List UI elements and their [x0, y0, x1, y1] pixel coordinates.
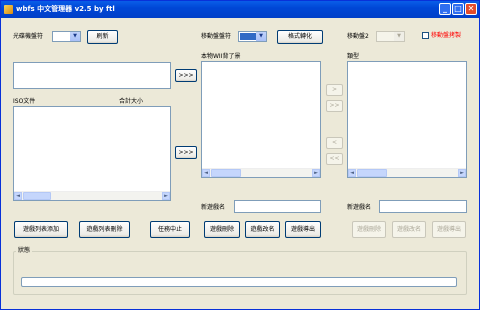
mid-export-game-button[interactable]: 遊戲導出: [285, 221, 321, 238]
window-title: wbfs 中文管理器 v2.5 by ftl: [16, 5, 115, 13]
mid-rename-game-button[interactable]: 遊戲改名: [245, 221, 280, 238]
transfer-upper-button[interactable]: >>>: [175, 69, 197, 82]
format-convert-button[interactable]: 格式轉化: [277, 30, 323, 44]
delete-from-list-button[interactable]: 遊戲列表刪除: [79, 221, 130, 238]
close-button[interactable]: ✕: [465, 3, 477, 15]
mid-new-name-label: 新遊戲名: [201, 204, 226, 211]
mobile-copy-label: 移動盤拷製: [431, 32, 462, 39]
move-right-button[interactable]: >: [326, 84, 343, 96]
status-group: [13, 251, 467, 295]
iso-file-list[interactable]: ◄ ►: [13, 106, 171, 201]
horizontal-scrollbar[interactable]: ◄ ►: [14, 191, 170, 200]
chevron-down-icon: ▼: [256, 32, 266, 41]
scroll-thumb[interactable]: [211, 169, 241, 177]
mobile-game-list[interactable]: ◄ ►: [347, 61, 467, 178]
progress-bar: [21, 277, 457, 287]
title-bar: wbfs 中文管理器 v2.5 by ftl _ □ ✕: [1, 1, 479, 18]
move-all-left-button[interactable]: <<: [326, 153, 343, 165]
scroll-right-icon[interactable]: ►: [458, 169, 466, 177]
total-size-header: 合計大小: [119, 98, 144, 105]
right-export-game-button[interactable]: 遊戲導出: [432, 221, 466, 238]
scroll-right-icon[interactable]: ►: [312, 169, 320, 177]
right-new-name-label: 新遊戲名: [347, 204, 372, 211]
mid-new-name-input[interactable]: [234, 200, 321, 213]
optical-drive-label: 光碟機盤符: [13, 33, 44, 40]
status-label: 狀態: [16, 246, 33, 255]
maximize-button[interactable]: □: [452, 3, 464, 15]
mobile-copy-checkbox[interactable]: [422, 32, 429, 39]
move-left-button[interactable]: <: [326, 137, 343, 149]
stop-task-button[interactable]: 任務中止: [150, 221, 190, 238]
scroll-right-icon[interactable]: ►: [162, 192, 170, 200]
scroll-thumb[interactable]: [23, 192, 51, 200]
right-rename-game-button[interactable]: 遊戲改名: [392, 221, 426, 238]
scroll-left-icon[interactable]: ◄: [348, 169, 356, 177]
chevron-down-icon: ▼: [394, 32, 404, 41]
mobile-drive2-select[interactable]: ▼: [376, 31, 405, 42]
mobile-drive2-label: 移動盤2: [347, 33, 369, 40]
app-window: wbfs 中文管理器 v2.5 by ftl _ □ ✕ 光碟機盤符 ▼ 刷新 …: [0, 0, 480, 310]
type-header: 類型: [347, 53, 360, 60]
chevron-down-icon: ▼: [70, 32, 80, 41]
wii-games-header: 本物WII背了景: [201, 53, 241, 60]
transfer-lower-button[interactable]: >>>: [175, 146, 197, 159]
mobile-drive-select[interactable]: ▼: [238, 31, 267, 42]
right-new-name-input[interactable]: [379, 200, 467, 213]
optical-drive-select[interactable]: ▼: [52, 31, 81, 42]
right-delete-game-button[interactable]: 遊戲刪除: [352, 221, 386, 238]
iso-file-header: ISO文件: [13, 98, 36, 105]
path-display-box: [13, 62, 171, 89]
minimize-button[interactable]: _: [439, 3, 451, 15]
mid-delete-game-button[interactable]: 遊戲刪除: [204, 221, 240, 238]
horizontal-scrollbar[interactable]: ◄ ►: [202, 168, 320, 177]
wii-game-list[interactable]: ◄ ►: [201, 61, 321, 178]
add-to-list-button[interactable]: 遊戲列表添加: [14, 221, 68, 238]
move-all-right-button[interactable]: >>: [326, 100, 343, 112]
scroll-thumb[interactable]: [357, 169, 387, 177]
mobile-drive-label: 移動盤盤符: [201, 33, 232, 40]
refresh-button[interactable]: 刷新: [87, 30, 118, 44]
horizontal-scrollbar[interactable]: ◄ ►: [348, 168, 466, 177]
scroll-left-icon[interactable]: ◄: [202, 169, 210, 177]
selected-drive-swatch: [240, 33, 257, 40]
app-icon: [4, 5, 13, 14]
scroll-left-icon[interactable]: ◄: [14, 192, 22, 200]
